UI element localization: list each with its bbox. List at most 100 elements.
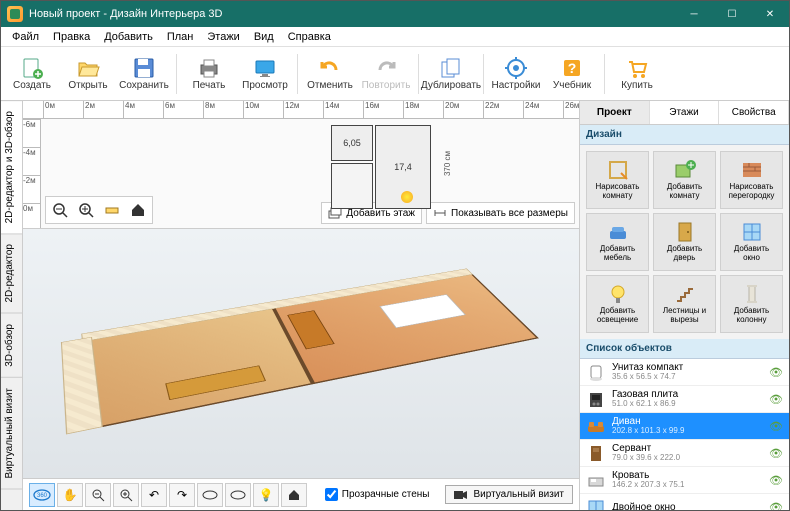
toolbar-redo-button[interactable]: Повторить bbox=[359, 49, 413, 99]
toolbar-open-button[interactable]: Открыть bbox=[61, 49, 115, 99]
svg-text:?: ? bbox=[568, 60, 577, 76]
add-window-icon bbox=[741, 221, 763, 243]
rotate-right-icon[interactable]: ↷ bbox=[169, 483, 195, 507]
add-window-button[interactable]: Добавитьокно bbox=[720, 213, 783, 271]
light-icon[interactable]: 💡 bbox=[253, 483, 279, 507]
objects-panel-header: Список объектов bbox=[580, 339, 789, 359]
show-dimensions-button[interactable]: Показывать все размеры bbox=[426, 202, 575, 224]
zoom-in-icon[interactable] bbox=[74, 199, 98, 221]
toolbar-label: Учебник bbox=[553, 80, 591, 91]
menu-правка[interactable]: Правка bbox=[46, 29, 97, 45]
menu-файл[interactable]: Файл bbox=[5, 29, 46, 45]
maximize-button[interactable]: ☐ bbox=[713, 1, 751, 27]
home-3d-icon[interactable] bbox=[281, 483, 307, 507]
plan-canvas[interactable]: Добавить этаж Показывать все размеры 6,0… bbox=[41, 119, 579, 228]
object-item[interactable]: Газовая плита51.0 x 62.1 x 86.9👁 bbox=[580, 386, 789, 413]
tutorial-icon: ? bbox=[560, 56, 584, 80]
toolbar-settings-button[interactable]: Настройки bbox=[489, 49, 543, 99]
virtual-visit-button[interactable]: Виртуальный визит bbox=[445, 485, 573, 504]
visibility-icon[interactable]: 👁 bbox=[769, 393, 783, 406]
tilt-down-icon[interactable] bbox=[225, 483, 251, 507]
app-icon bbox=[7, 6, 23, 22]
rotate-left-icon[interactable]: ↶ bbox=[141, 483, 167, 507]
add-room-icon bbox=[674, 159, 696, 181]
zoom-out-3d-icon[interactable] bbox=[85, 483, 111, 507]
open-icon bbox=[76, 56, 100, 80]
view-tabs: 2D-редактор и 3D-обзор2D-редактор3D-обзо… bbox=[1, 101, 23, 510]
vtab-virtual[interactable]: Виртуальный визит bbox=[1, 378, 22, 490]
view-360-icon[interactable]: 360 bbox=[29, 483, 55, 507]
close-button[interactable]: ✕ bbox=[751, 1, 789, 27]
view-3d-area[interactable] bbox=[23, 229, 579, 478]
stairs-button[interactable]: Лестницы ивырезы bbox=[653, 275, 716, 333]
visibility-icon[interactable]: 👁 bbox=[769, 420, 783, 433]
add-light-button[interactable]: Добавитьосвещение bbox=[586, 275, 649, 333]
toolbar-undo-button[interactable]: Отменить bbox=[303, 49, 357, 99]
ruler-horizontal: 0м2м4м6м8м10м12м14м16м18м20м22м24м26м bbox=[23, 101, 579, 119]
pan-icon[interactable]: ✋ bbox=[57, 483, 83, 507]
draw-partition-button[interactable]: Нарисоватьперегородку bbox=[720, 151, 783, 209]
stairs-icon bbox=[674, 283, 696, 305]
vtab-view-3d[interactable]: 3D-обзор bbox=[1, 314, 22, 378]
right-panel-tabs: ПроектЭтажиСвойства bbox=[580, 101, 789, 125]
object-item[interactable]: Диван202.8 x 101.3 x 99.9👁 bbox=[580, 413, 789, 440]
object-item[interactable]: Сервант79.0 x 39.6 x 222.0👁 bbox=[580, 440, 789, 467]
menu-этажи[interactable]: Этажи bbox=[200, 29, 246, 45]
menu-план[interactable]: План bbox=[160, 29, 201, 45]
settings-icon bbox=[504, 56, 528, 80]
visibility-icon[interactable]: 👁 bbox=[769, 366, 783, 379]
tilt-up-icon[interactable] bbox=[197, 483, 223, 507]
toolbar-save-button[interactable]: Сохранить bbox=[117, 49, 171, 99]
object-item[interactable]: Унитаз компакт35.6 x 56.5 x 74.7👁 bbox=[580, 359, 789, 386]
menu-справка[interactable]: Справка bbox=[281, 29, 338, 45]
toolbar-label: Открыть bbox=[68, 80, 107, 91]
object-icon bbox=[586, 389, 606, 409]
menu-вид[interactable]: Вид bbox=[247, 29, 281, 45]
transparent-walls-checkbox[interactable]: Прозрачные стены bbox=[325, 488, 430, 501]
toolbar-preview-button[interactable]: Просмотр bbox=[238, 49, 292, 99]
camera-marker-icon[interactable] bbox=[401, 191, 413, 203]
toolbar-label: Сохранить bbox=[119, 80, 169, 91]
add-furniture-button[interactable]: Добавитьмебель bbox=[586, 213, 649, 271]
right-tab-1[interactable]: Этажи bbox=[650, 101, 720, 124]
print-icon bbox=[197, 56, 221, 80]
zoom-out-icon[interactable] bbox=[48, 199, 72, 221]
zoom-in-3d-icon[interactable] bbox=[113, 483, 139, 507]
toolbar-print-button[interactable]: Печать bbox=[182, 49, 236, 99]
toolbar-buy-button[interactable]: Купить bbox=[610, 49, 664, 99]
menu-добавить[interactable]: Добавить bbox=[97, 29, 160, 45]
toolbar-create-button[interactable]: Создать bbox=[5, 49, 59, 99]
create-icon bbox=[20, 56, 44, 80]
right-panel: ПроектЭтажиСвойства Дизайн Нарисоватьком… bbox=[579, 101, 789, 510]
add-door-button[interactable]: Добавитьдверь bbox=[653, 213, 716, 271]
home-icon[interactable] bbox=[126, 199, 150, 221]
add-light-icon bbox=[607, 283, 629, 305]
ruler-icon[interactable] bbox=[100, 199, 124, 221]
right-tab-0[interactable]: Проект bbox=[580, 101, 650, 124]
add-column-button[interactable]: Добавитьколонну bbox=[720, 275, 783, 333]
menubar: ФайлПравкаДобавитьПланЭтажиВидСправка bbox=[1, 27, 789, 47]
visibility-icon[interactable]: 👁 bbox=[769, 447, 783, 460]
visibility-icon[interactable]: 👁 bbox=[769, 501, 783, 511]
redo-icon bbox=[374, 56, 398, 80]
undo-icon bbox=[318, 56, 342, 80]
object-icon bbox=[586, 443, 606, 463]
vtab-editor-3d[interactable]: 2D-редактор и 3D-обзор bbox=[1, 101, 22, 234]
titlebar: Новый проект - Дизайн Интерьера 3D ─ ☐ ✕ bbox=[1, 1, 789, 27]
add-room-button[interactable]: Добавитькомнату bbox=[653, 151, 716, 209]
toolbar-label: Просмотр bbox=[242, 80, 288, 91]
toolbar-label: Дублировать bbox=[421, 80, 481, 91]
right-tab-2[interactable]: Свойства bbox=[719, 101, 789, 124]
draw-room-button[interactable]: Нарисоватькомнату bbox=[586, 151, 649, 209]
toolbar-tutorial-button[interactable]: ? Учебник bbox=[545, 49, 599, 99]
toolbar-duplicate-button[interactable]: Дублировать bbox=[424, 49, 478, 99]
room[interactable]: 6,05 bbox=[331, 125, 373, 161]
object-item[interactable]: Кровать146.2 x 207.3 x 75.1👁 bbox=[580, 467, 789, 494]
visibility-icon[interactable]: 👁 bbox=[769, 474, 783, 487]
minimize-button[interactable]: ─ bbox=[675, 1, 713, 27]
plan-2d-area[interactable]: -6м-4м-2м0м Добавить этаж Показывать все… bbox=[23, 119, 579, 229]
draw-room-icon bbox=[607, 159, 629, 181]
vtab-editor-2d[interactable]: 2D-редактор bbox=[1, 234, 22, 314]
toolbar-label: Печать bbox=[193, 80, 226, 91]
object-item[interactable]: Двойное окно👁 bbox=[580, 494, 789, 510]
